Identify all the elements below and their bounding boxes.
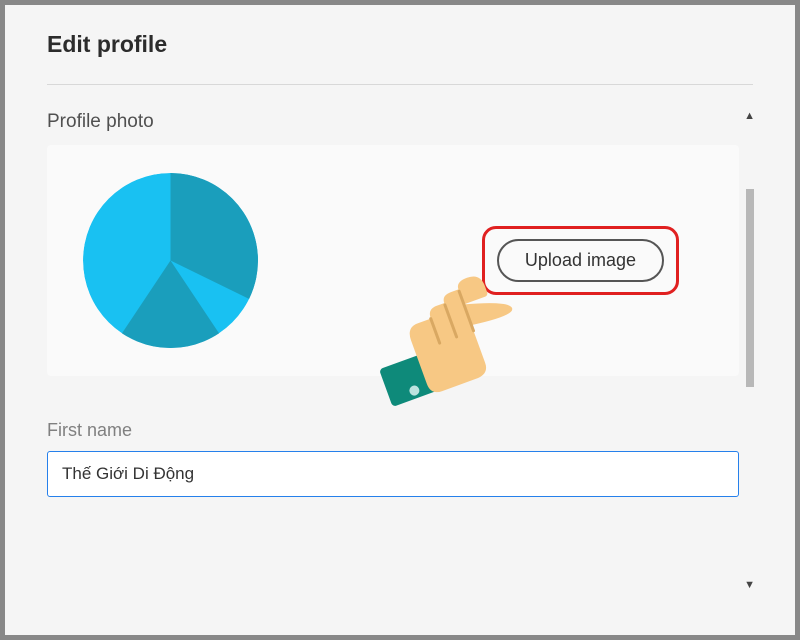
page-title: Edit profile (47, 31, 753, 58)
profile-photo-label: Profile photo (47, 111, 739, 133)
scroll-down-icon[interactable]: ▼ (744, 580, 755, 591)
first-name-label: First name (47, 420, 739, 441)
edit-profile-panel: Edit profile Profile photo Upload image (5, 5, 795, 635)
profile-photo-card: Upload image (47, 145, 739, 376)
tutorial-highlight: Upload image (482, 226, 679, 295)
scrollbar[interactable]: ▲ ▼ (745, 111, 755, 591)
divider (47, 84, 753, 85)
first-name-input[interactable] (47, 451, 739, 497)
avatar-icon (83, 173, 258, 348)
upload-area: Upload image (482, 226, 679, 295)
scroll-thumb[interactable] (746, 189, 754, 387)
scroll-area: Profile photo Upload image (47, 111, 753, 591)
upload-image-button[interactable]: Upload image (497, 239, 664, 282)
content: Profile photo Upload image (47, 111, 753, 591)
scroll-up-icon[interactable]: ▲ (744, 111, 755, 122)
avatar (83, 173, 258, 348)
